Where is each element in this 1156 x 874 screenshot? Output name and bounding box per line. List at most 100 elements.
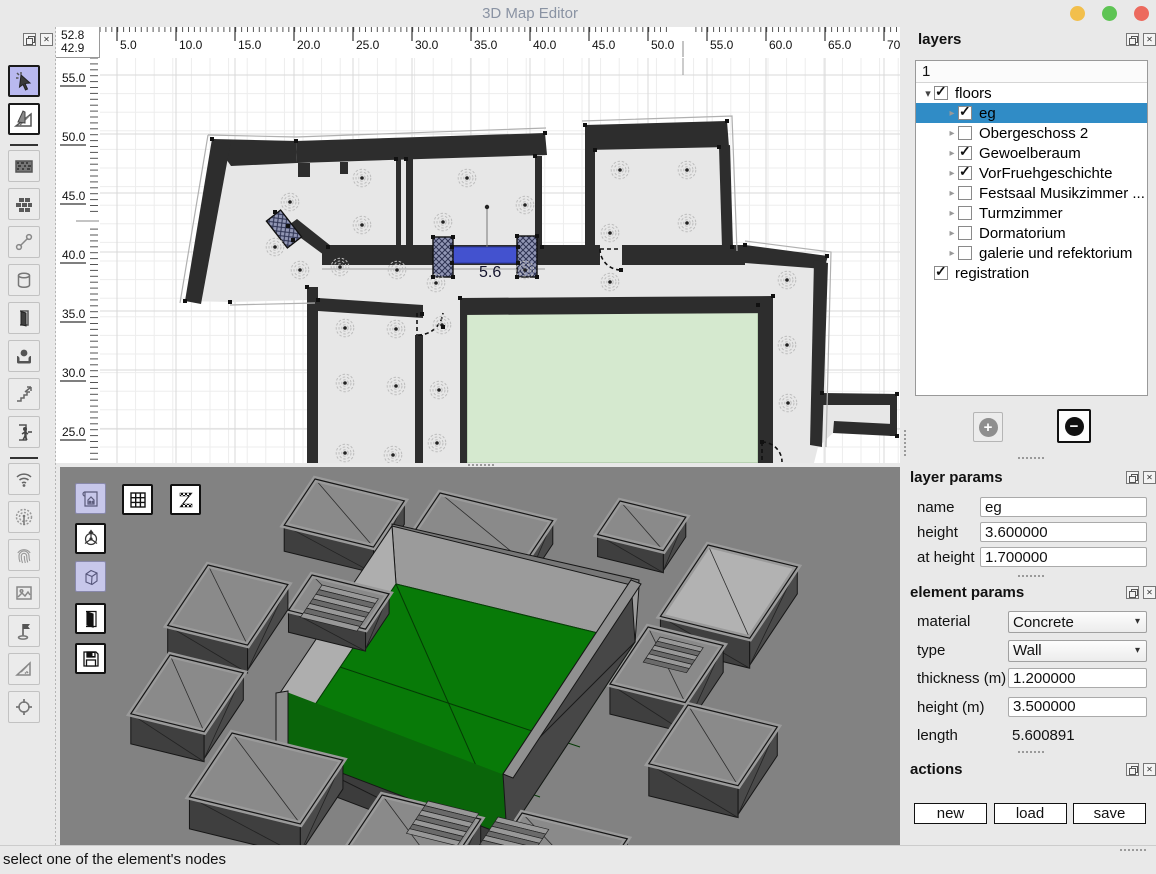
close-dock-icon[interactable]: ✕ [1143,586,1156,599]
wall-node[interactable] [895,434,899,438]
visibility-checkbox[interactable] [958,226,972,240]
vertical-splitter[interactable] [900,27,912,845]
float-dock-icon[interactable] [1126,33,1139,46]
tree-item-registration[interactable]: ✓registration [916,263,1147,283]
collapse-arrow-icon[interactable]: ▾ [922,87,934,100]
wall-node[interactable] [441,325,445,329]
wall-node[interactable] [743,243,747,247]
tree-item-obergeschoss-2[interactable]: ▸Obergeschoss 2 [916,123,1147,143]
add-layer-button[interactable]: + [973,412,1003,442]
wall-node[interactable] [316,298,320,302]
wall-node[interactable] [394,157,398,161]
wall-node[interactable] [305,285,309,289]
wall-node[interactable] [450,245,454,249]
wall-node[interactable] [543,131,547,135]
height-m--input[interactable]: 3.500000 [1008,697,1147,717]
wall-node[interactable] [535,234,539,238]
wall-node[interactable] [286,224,290,228]
wall-node[interactable] [515,275,519,279]
expand-arrow-icon[interactable]: ▸ [946,208,958,219]
tree-item-vorfruehgeschichte[interactable]: ▸✓VorFruehgeschichte [916,163,1147,183]
wall-node[interactable] [431,275,435,279]
splitter-handle[interactable] [1018,457,1044,459]
close-dock-icon[interactable]: ✕ [1143,471,1156,484]
wall-node[interactable] [619,268,623,272]
door-view-button[interactable] [75,603,106,634]
splitter-handle[interactable] [904,430,906,456]
wall-node[interactable] [420,312,424,316]
visibility-checkbox[interactable] [958,126,972,140]
visibility-checkbox[interactable] [958,186,972,200]
wall-node[interactable] [516,261,520,265]
scene-3d-viewport[interactable] [60,467,900,845]
visibility-checkbox[interactable] [958,246,972,260]
visibility-checkbox[interactable]: ✓ [958,146,972,160]
remove-layer-button[interactable]: − [1057,409,1091,443]
close-dock-icon[interactable]: ✕ [40,33,53,46]
beacon-tool-button[interactable] [8,501,40,533]
save-button[interactable]: save [1073,803,1146,824]
wall-node[interactable] [825,254,829,258]
wifi-tool-button[interactable] [8,463,40,495]
wall-node[interactable] [451,275,455,279]
expand-arrow-icon[interactable]: ▸ [946,248,958,259]
close-window-button[interactable] [1134,6,1149,21]
at-height-input[interactable]: 1.700000 [980,547,1147,567]
texture-tool-button[interactable] [8,150,40,182]
float-dock-icon[interactable] [23,33,36,46]
visibility-checkbox[interactable]: ✓ [958,106,972,120]
size-grip[interactable] [1120,849,1146,851]
stairs-tool-button[interactable] [8,378,40,410]
wall-node[interactable] [725,119,729,123]
exit-tool-button[interactable] [8,416,40,448]
door-tool-button[interactable] [8,302,40,334]
visibility-checkbox[interactable]: ✓ [958,166,972,180]
wall-node[interactable] [183,299,187,303]
wall-node[interactable] [895,392,899,396]
floor-plan-canvas[interactable]: 5.6 [100,58,900,463]
save-view-button[interactable] [75,643,106,674]
wall-node[interactable] [516,245,520,249]
expand-arrow-icon[interactable]: ▸ [946,168,958,179]
expand-arrow-icon[interactable]: ▸ [946,228,958,239]
height-input[interactable]: 3.600000 [980,522,1147,542]
float-dock-icon[interactable] [1126,471,1139,484]
close-dock-icon[interactable]: ✕ [1143,33,1156,46]
maximize-window-button[interactable] [1102,6,1117,21]
wall-node[interactable] [593,148,597,152]
wall-tool-button[interactable] [8,188,40,220]
float-dock-icon[interactable] [1126,763,1139,776]
type-select[interactable]: Wall▾ [1008,640,1147,662]
plan-overlay-button[interactable] [75,483,106,514]
wall-node[interactable] [431,235,435,239]
wall-node[interactable] [326,245,330,249]
tree-item-galerie-und-refektorium[interactable]: ▸galerie und refektorium [916,243,1147,263]
thickness-m--input[interactable]: 1.200000 [1008,668,1147,688]
expand-arrow-icon[interactable]: ▸ [946,108,958,119]
furniture-tool-button[interactable] [8,340,40,372]
layers-tree[interactable]: 1 ▾✓floors▸✓eg▸Obergeschoss 2▸✓Gewoelber… [915,60,1148,396]
edge-tool-button[interactable] [8,226,40,258]
draw-tool-button[interactable] [8,103,40,135]
tree-item-eg[interactable]: ▸✓eg [916,103,1147,123]
wall-node[interactable] [533,154,537,158]
grid-button[interactable] [122,484,153,515]
wireframe-button[interactable] [75,561,106,592]
tree-item-festsaal-musikzimmer[interactable]: ▸Festsaal Musikzimmer ... [916,183,1147,203]
fingerprint-tool-button[interactable] [8,539,40,571]
wall-node[interactable] [450,261,454,265]
name-input[interactable]: eg [980,497,1147,517]
visibility-checkbox[interactable]: ✓ [934,86,948,100]
tree-item-dormatorium[interactable]: ▸Dormatorium [916,223,1147,243]
wall-node[interactable] [294,139,298,143]
tree-item-turmzimmer[interactable]: ▸Turmzimmer [916,203,1147,223]
wall-node[interactable] [583,123,587,127]
selected-wall[interactable] [452,247,518,263]
float-dock-icon[interactable] [1126,586,1139,599]
wall-node[interactable] [291,238,295,242]
column-tool-button[interactable] [8,264,40,296]
measure-tool-button[interactable] [8,653,40,685]
wall-node[interactable] [228,300,232,304]
tree-item-gewoelberaum[interactable]: ▸✓Gewoelberaum [916,143,1147,163]
expand-arrow-icon[interactable]: ▸ [946,128,958,139]
